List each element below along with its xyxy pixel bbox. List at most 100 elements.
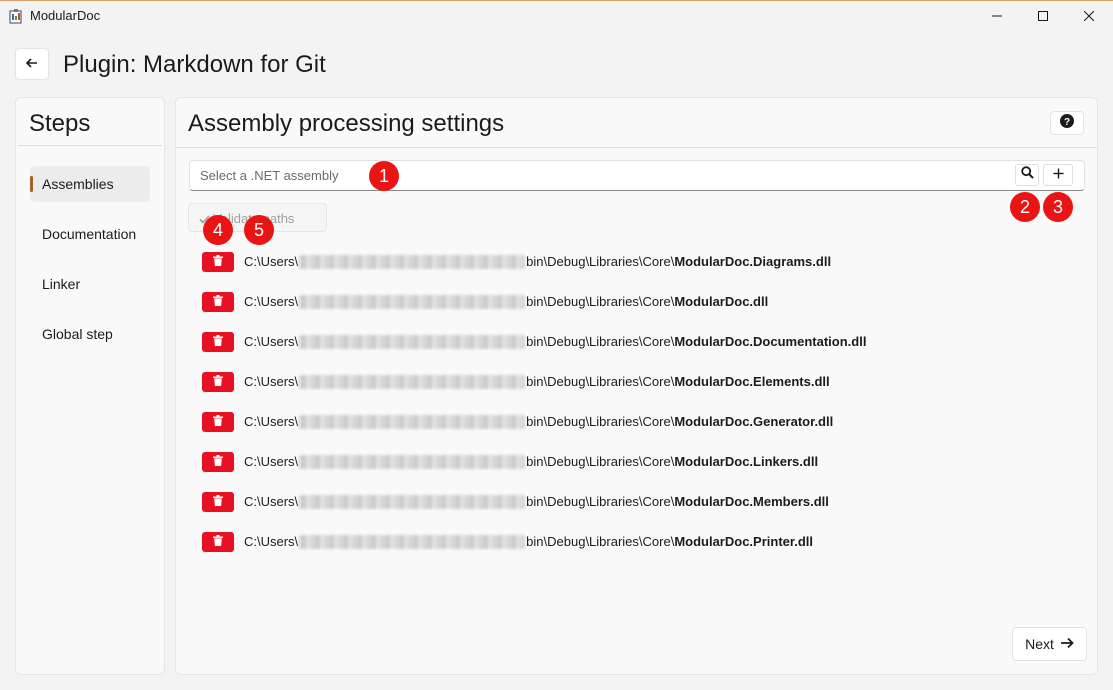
redacted-path-segment	[299, 494, 526, 509]
assembly-path-suffix: bin\Debug\Libraries\Core\	[526, 414, 675, 429]
assembly-path-suffix: bin\Debug\Libraries\Core\	[526, 294, 675, 309]
assembly-path-prefix: C:\Users\	[244, 454, 299, 469]
add-assembly-button[interactable]	[1043, 164, 1073, 186]
assembly-path: C:\Users\ bin\Debug\Libraries\Core\ Modula…	[244, 294, 768, 309]
step-item-assemblies[interactable]: Assemblies	[30, 166, 150, 202]
remove-assembly-button[interactable]	[202, 372, 234, 392]
trash-icon	[213, 333, 223, 351]
assembly-path: C:\Users\ bin\Debug\Libraries\Core\ Modula…	[244, 454, 818, 469]
assembly-row: C:\Users\ bin\Debug\Libraries\Core\ Modula…	[202, 411, 1062, 433]
redacted-path-segment	[299, 454, 526, 469]
step-item-label: Assemblies	[42, 176, 114, 192]
annotation-marker-3: 3	[1043, 192, 1073, 222]
assembly-path-prefix: C:\Users\	[244, 374, 299, 389]
section-title: Assembly processing settings	[188, 110, 505, 137]
remove-assembly-button[interactable]	[202, 492, 234, 512]
step-item-label: Documentation	[42, 226, 137, 242]
trash-icon	[213, 493, 223, 511]
remove-assembly-button[interactable]	[202, 252, 234, 272]
assembly-path-prefix: C:\Users\	[244, 254, 299, 269]
help-button[interactable]: ?	[1050, 111, 1084, 135]
steps-panel: Steps Assemblies Documentation Linker Gl…	[15, 97, 165, 675]
main-panel: Assembly processing settings ? Validate …	[175, 97, 1098, 675]
assembly-file-name: ModularDoc.Generator.dll	[674, 414, 834, 429]
minimize-button[interactable]	[974, 1, 1020, 31]
annotation-marker-5: 5	[244, 215, 274, 245]
assembly-file-name: ModularDoc.Diagrams.dll	[674, 254, 832, 269]
assembly-row: C:\Users\ bin\Debug\Libraries\Core\ Modula…	[202, 291, 1062, 313]
assembly-path-input[interactable]	[190, 161, 1010, 190]
title-bar: ModularDoc	[0, 1, 1113, 31]
assembly-path-prefix: C:\Users\	[244, 494, 299, 509]
assembly-file-name: ModularDoc.Printer.dll	[674, 534, 813, 549]
search-icon	[1020, 166, 1034, 184]
assembly-file-name: ModularDoc.Elements.dll	[674, 374, 830, 389]
redacted-path-segment	[299, 414, 526, 429]
redacted-path-segment	[299, 294, 526, 309]
trash-icon	[213, 253, 223, 271]
assembly-path: C:\Users\ bin\Debug\Libraries\Core\ Modula…	[244, 534, 813, 549]
assembly-path-prefix: C:\Users\	[244, 334, 299, 349]
assembly-path: C:\Users\ bin\Debug\Libraries\Core\ Modula…	[244, 414, 833, 429]
assembly-path-suffix: bin\Debug\Libraries\Core\	[526, 454, 675, 469]
redacted-path-segment	[299, 254, 526, 269]
trash-icon	[213, 293, 223, 311]
trash-icon	[213, 373, 223, 391]
assembly-path: C:\Users\ bin\Debug\Libraries\Core\ Modula…	[244, 374, 830, 389]
assembly-path: C:\Users\ bin\Debug\Libraries\Core\ Modula…	[244, 494, 829, 509]
redacted-path-segment	[299, 374, 526, 389]
assembly-path-suffix: bin\Debug\Libraries\Core\	[526, 494, 675, 509]
assembly-path-prefix: C:\Users\	[244, 294, 299, 309]
remove-assembly-button[interactable]	[202, 532, 234, 552]
assembly-path-prefix: C:\Users\	[244, 414, 299, 429]
trash-icon	[213, 533, 223, 551]
assembly-path: C:\Users\ bin\Debug\Libraries\Core\ Modula…	[244, 334, 866, 349]
redacted-path-segment	[299, 534, 526, 549]
next-label: Next	[1025, 636, 1054, 652]
step-item-linker[interactable]: Linker	[30, 266, 150, 302]
assembly-row: C:\Users\ bin\Debug\Libraries\Core\ Modula…	[202, 331, 1062, 353]
svg-text:?: ?	[1064, 117, 1070, 128]
assembly-path-suffix: bin\Debug\Libraries\Core\	[526, 254, 675, 269]
assembly-file-name: ModularDoc.Members.dll	[674, 494, 829, 509]
assembly-path: C:\Users\ bin\Debug\Libraries\Core\ Modula…	[244, 254, 831, 269]
assembly-path-suffix: bin\Debug\Libraries\Core\	[526, 334, 675, 349]
assembly-row: C:\Users\ bin\Debug\Libraries\Core\ Modula…	[202, 491, 1062, 513]
step-item-label: Global step	[42, 326, 113, 342]
question-icon: ?	[1060, 113, 1074, 133]
remove-assembly-button[interactable]	[202, 332, 234, 352]
annotation-marker-2: 2	[1010, 192, 1040, 222]
assembly-row: C:\Users\ bin\Debug\Libraries\Core\ Modula…	[202, 531, 1062, 553]
plus-icon	[1053, 166, 1064, 184]
back-button[interactable]	[15, 48, 49, 80]
step-item-global-step[interactable]: Global step	[30, 316, 150, 352]
assembly-row: C:\Users\ bin\Debug\Libraries\Core\ Modula…	[202, 251, 1062, 273]
main-header: Assembly processing settings ?	[176, 98, 1097, 148]
assembly-path-suffix: bin\Debug\Libraries\Core\	[526, 534, 675, 549]
remove-assembly-button[interactable]	[202, 412, 234, 432]
next-button[interactable]: Next	[1012, 627, 1087, 661]
arrow-left-icon	[25, 55, 38, 73]
window-title: ModularDoc	[30, 8, 101, 23]
step-item-documentation[interactable]: Documentation	[30, 216, 150, 252]
assembly-file-name: ModularDoc.Documentation.dll	[674, 334, 867, 349]
assembly-picker	[189, 160, 1085, 191]
active-step-indicator	[30, 176, 33, 192]
assembly-file-name: ModularDoc.dll	[674, 294, 769, 309]
annotation-marker-4: 4	[203, 215, 233, 245]
app-logo-icon	[8, 8, 24, 24]
close-button[interactable]	[1066, 1, 1112, 31]
assembly-file-name: ModularDoc.Linkers.dll	[674, 454, 819, 469]
assembly-row: C:\Users\ bin\Debug\Libraries\Core\ Modula…	[202, 371, 1062, 393]
steps-title: Steps	[18, 98, 162, 146]
trash-icon	[213, 413, 223, 431]
assembly-path-prefix: C:\Users\	[244, 534, 299, 549]
assembly-row: C:\Users\ bin\Debug\Libraries\Core\ Modula…	[202, 451, 1062, 473]
trash-icon	[213, 453, 223, 471]
page-title: Plugin: Markdown for Git	[63, 51, 326, 78]
browse-button[interactable]	[1015, 164, 1039, 186]
maximize-button[interactable]	[1020, 1, 1066, 31]
step-item-label: Linker	[42, 276, 81, 292]
remove-assembly-button[interactable]	[202, 452, 234, 472]
remove-assembly-button[interactable]	[202, 292, 234, 312]
